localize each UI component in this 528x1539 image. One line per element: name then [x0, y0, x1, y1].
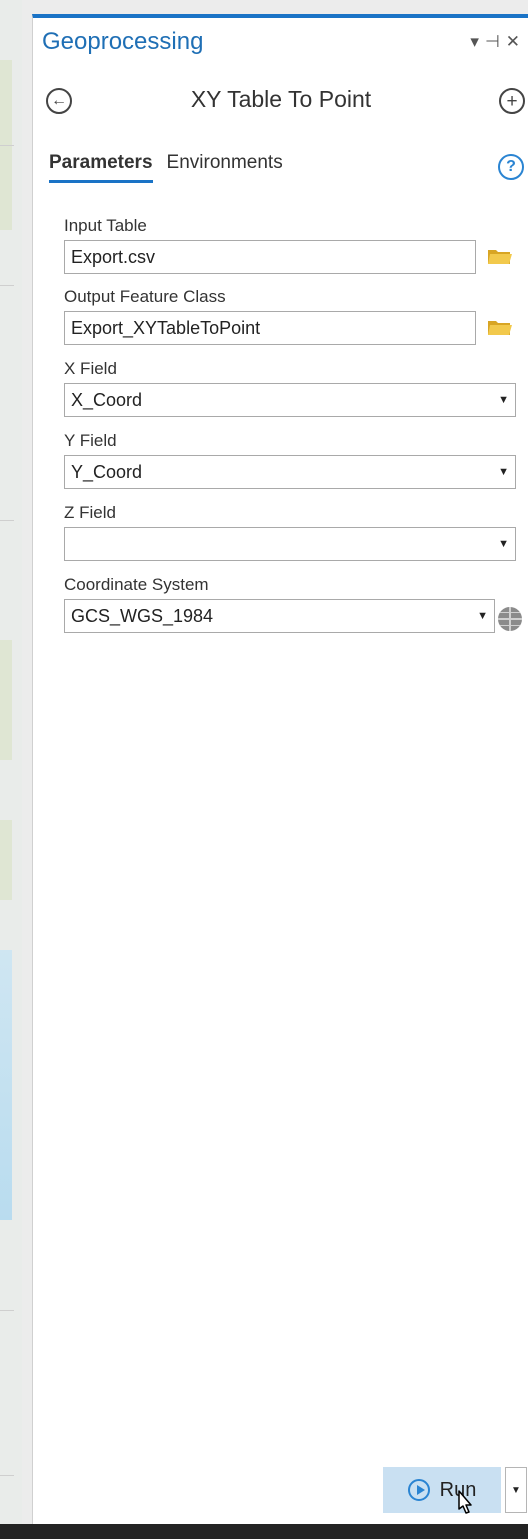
map-road [0, 520, 14, 521]
help-icon[interactable]: ? [498, 154, 524, 180]
x-field-value: X_Coord [71, 390, 143, 410]
param-label: Coordinate System [64, 575, 209, 594]
add-icon[interactable]: + [499, 88, 525, 114]
close-icon[interactable]: ✕ [506, 32, 520, 52]
z-field-select[interactable]: ▼ [64, 527, 516, 561]
param-label: Z Field [64, 503, 116, 522]
taskbar-edge [0, 1524, 528, 1539]
param-input-table: Input Table Export.csv [64, 216, 514, 274]
pane-title: Geoprocessing [42, 28, 204, 55]
param-output-feature-class: Output Feature Class Export_XYTableToPoi… [64, 287, 514, 345]
map-background-strip [0, 0, 22, 1539]
tab-parameters[interactable]: Parameters [49, 152, 153, 183]
param-y-field: Y Field Y_Coord ▼ [64, 431, 516, 489]
map-road [0, 1475, 14, 1476]
y-field-select[interactable]: Y_Coord ▼ [64, 455, 516, 489]
run-options-dropdown[interactable]: ▼ [505, 1467, 527, 1513]
input-table-field[interactable]: Export.csv [64, 240, 476, 274]
pointer-cursor-icon [458, 1490, 472, 1514]
map-road [0, 145, 14, 146]
geoprocessing-pane: Geoprocessing ▾ ⊣ ✕ ← XY Table To Point … [32, 14, 528, 1524]
param-label: Output Feature Class [64, 287, 226, 306]
output-feature-class-field[interactable]: Export_XYTableToPoint [64, 311, 476, 345]
play-icon [407, 1479, 430, 1501]
folder-icon[interactable] [487, 317, 513, 342]
map-water-area [0, 950, 12, 1220]
map-road [0, 285, 14, 286]
folder-icon[interactable] [487, 246, 513, 271]
tool-title: XY Table To Point [190, 86, 372, 112]
param-label: Y Field [64, 431, 117, 450]
run-button[interactable]: Run [383, 1467, 501, 1513]
globe-icon[interactable] [498, 607, 522, 631]
param-x-field: X Field X_Coord ▼ [64, 359, 516, 417]
param-label: Input Table [64, 216, 147, 235]
map-road [0, 1310, 14, 1311]
map-green-area [0, 640, 12, 760]
param-z-field: Z Field ▼ [64, 503, 516, 561]
tabs: Parameters Environments [49, 152, 283, 183]
pane-menu-icon[interactable]: ▾ [470, 32, 479, 52]
tab-environments[interactable]: Environments [167, 152, 283, 183]
pane-controls: ▾ ⊣ ✕ [470, 32, 520, 52]
pin-icon[interactable]: ⊣ [485, 32, 500, 52]
tool-header: ← XY Table To Point + [33, 82, 528, 126]
y-field-value: Y_Coord [71, 462, 143, 482]
chevron-down-icon[interactable]: ▼ [477, 600, 488, 632]
chevron-down-icon[interactable]: ▼ [498, 456, 509, 488]
chevron-down-icon[interactable]: ▼ [498, 528, 509, 560]
coordinate-system-select[interactable]: GCS_WGS_1984 ▼ [64, 599, 495, 633]
x-field-select[interactable]: X_Coord ▼ [64, 383, 516, 417]
param-label: X Field [64, 359, 117, 378]
chevron-down-icon[interactable]: ▼ [498, 384, 509, 416]
coordinate-system-value: GCS_WGS_1984 [71, 606, 214, 626]
param-coordinate-system: Coordinate System GCS_WGS_1984 ▼ [64, 575, 514, 633]
map-green-area [0, 820, 12, 900]
